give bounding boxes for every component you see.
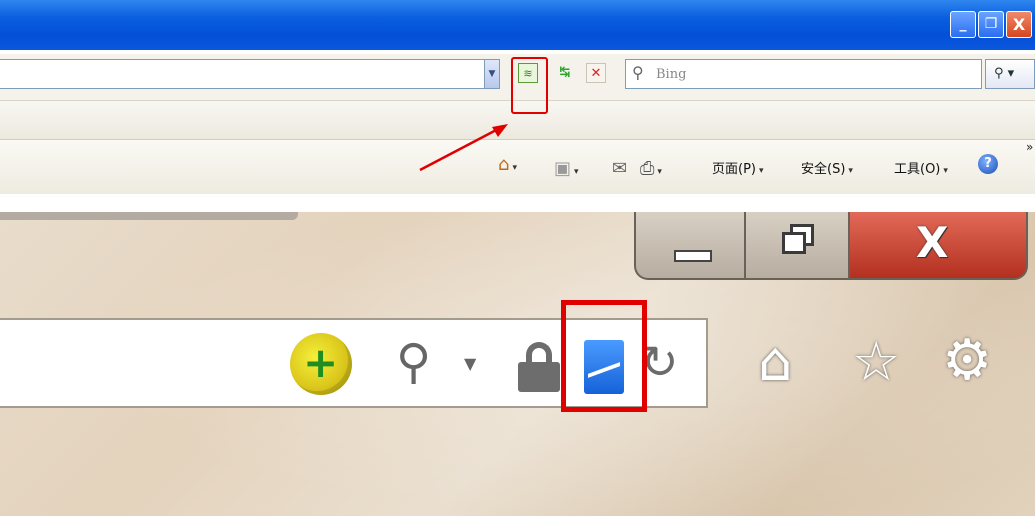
home-icon[interactable]: ⌂ ▾ [498, 154, 517, 175]
command-bar: ⌂ ▾ ▣ ▾ ✉ ⎙ ▾ 页面(P) ▾ 安全(S) ▾ 工具(O) ▾ ? [0, 140, 1035, 194]
chevron-more-icon[interactable]: » [1026, 140, 1033, 154]
lock-icon[interactable] [518, 342, 560, 392]
tools-menu-label: 工具(O) [894, 162, 941, 177]
refresh-icon[interactable]: ↹ [555, 63, 575, 83]
title-bar: _ ❐ X [0, 0, 1035, 50]
address-input[interactable] [0, 59, 500, 89]
restore-icon [782, 232, 806, 254]
close-button[interactable]: X [848, 212, 1028, 280]
search-icon[interactable]: ⚲ [396, 332, 431, 392]
minimize-icon [674, 250, 712, 262]
search-dropdown-icon[interactable]: ▼ [464, 354, 476, 373]
close-button[interactable]: X [1006, 11, 1032, 38]
address-dropdown-button[interactable]: ▼ [484, 59, 500, 89]
page-menu[interactable]: 页面(P) ▾ [712, 158, 764, 177]
safety-menu[interactable]: 安全(S) ▾ [801, 158, 853, 177]
home-icon[interactable]: ⌂ [758, 330, 792, 394]
minimize-button[interactable]: _ [950, 11, 976, 38]
favorites-star-icon[interactable]: ☆ [852, 330, 900, 394]
ie9-window-screenshot: X + ⚲ ▼ ↻ ⌂ ☆ ⚙ [0, 212, 1035, 516]
print-icon[interactable]: ⎙ ▾ [640, 158, 662, 179]
page-menu-label: 页面(P) [712, 162, 756, 177]
highlight-box [511, 57, 548, 114]
stop-icon[interactable]: ✕ [586, 63, 606, 83]
minimize-button[interactable] [634, 212, 746, 280]
360-plus-icon[interactable]: + [290, 333, 352, 395]
restore-button[interactable]: ❐ [978, 11, 1004, 38]
feeds-icon[interactable]: ▣ ▾ [554, 158, 579, 179]
mail-icon[interactable]: ✉ [612, 158, 627, 179]
magnifier-icon: ⚲ [632, 63, 644, 82]
gear-icon[interactable]: ⚙ [942, 328, 992, 394]
help-icon[interactable]: ? [978, 154, 998, 174]
search-go-button[interactable]: ⚲ ▾ [985, 59, 1035, 89]
search-placeholder: Bing [656, 67, 687, 82]
restore-button[interactable] [744, 212, 850, 280]
ie8-window-screenshot: _ ❐ X ▼ ≋ ↹ ✕ ⚲ Bing ⚲ ▾ ⌂ ▾ ▣ ▾ ✉ ⎙ ▾ 页面(P… [0, 0, 1035, 196]
close-icon: X [916, 218, 949, 267]
tools-menu[interactable]: 工具(O) ▾ [894, 158, 948, 177]
tab-strip-edge [0, 212, 298, 220]
highlight-box [561, 300, 647, 412]
search-input[interactable]: ⚲ Bing [625, 59, 982, 89]
safety-menu-label: 安全(S) [801, 162, 846, 177]
